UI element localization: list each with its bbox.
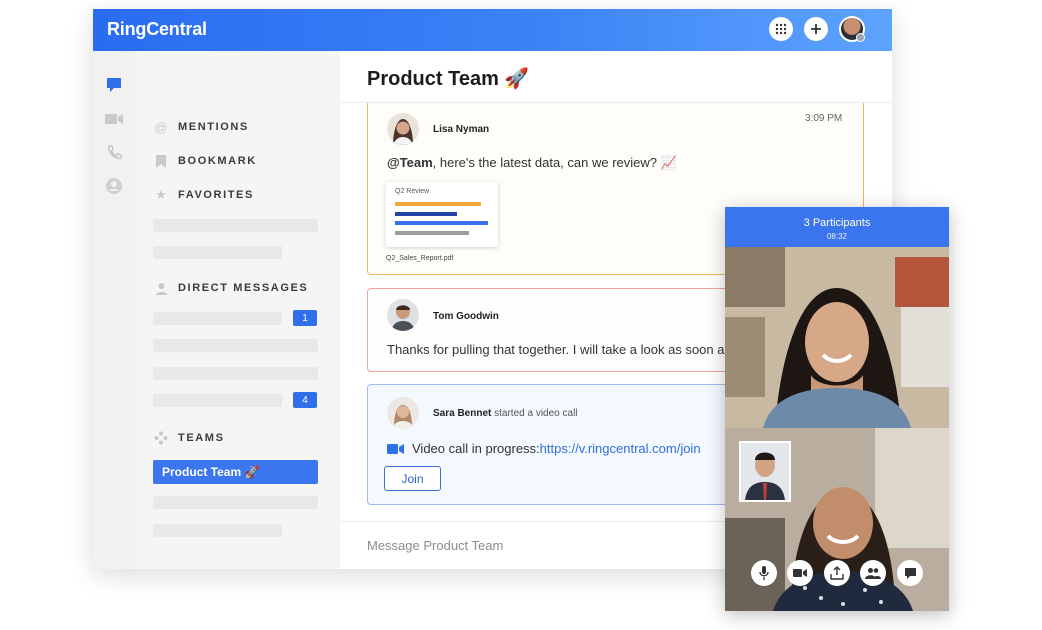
presence-indicator bbox=[856, 33, 865, 42]
messages-icon[interactable] bbox=[104, 75, 124, 95]
attachment-preview[interactable]: Q2 Review bbox=[386, 182, 498, 247]
placeholder-row[interactable] bbox=[153, 367, 318, 380]
message-text: Thanks for pulling that together. I will… bbox=[387, 342, 767, 357]
sidebar: @ MENTIONS BOOKMARK ★ FAVORITES DIRECT M… bbox=[135, 51, 340, 569]
sidebar-item-direct-messages[interactable]: DIRECT MESSAGES bbox=[153, 279, 308, 297]
sidebar-item-label: MENTIONS bbox=[178, 121, 249, 133]
sidebar-item-bookmark[interactable]: BOOKMARK bbox=[153, 152, 257, 170]
video-icon[interactable] bbox=[104, 109, 124, 129]
placeholder-row[interactable] bbox=[153, 496, 318, 509]
video-call-panel: 3 Participants 08:32 bbox=[725, 207, 949, 611]
join-link[interactable]: https://v.ringcentral.com/join bbox=[540, 441, 701, 456]
message-text: @Team, here's the latest data, can we re… bbox=[387, 155, 677, 171]
contacts-icon[interactable] bbox=[104, 176, 124, 196]
video-call-header: 3 Participants 08:32 bbox=[725, 207, 949, 247]
unread-badge: 4 bbox=[293, 392, 317, 408]
unread-badge: 1 bbox=[293, 310, 317, 326]
ringcentral-logo: RingCentral bbox=[107, 19, 207, 39]
chat-button[interactable] bbox=[897, 560, 923, 586]
video-call-icon bbox=[387, 443, 405, 455]
avatar[interactable] bbox=[387, 397, 419, 429]
message-time: 3:09 PM bbox=[805, 113, 843, 124]
attachment-title: Q2 Review bbox=[395, 188, 430, 195]
plus-icon[interactable] bbox=[804, 17, 828, 41]
participants-count: 3 Participants bbox=[803, 217, 871, 229]
person-icon bbox=[153, 280, 169, 296]
participant-video[interactable] bbox=[725, 428, 949, 611]
phone-icon[interactable] bbox=[104, 143, 124, 163]
sidebar-item-mentions[interactable]: @ MENTIONS bbox=[153, 118, 249, 136]
bookmark-icon bbox=[153, 153, 169, 169]
sidebar-item-label: DIRECT MESSAGES bbox=[178, 282, 309, 294]
preview-bar bbox=[395, 221, 488, 225]
author-name[interactable]: Sara Bennet bbox=[433, 408, 491, 419]
author-name[interactable]: Tom Goodwin bbox=[433, 311, 499, 322]
preview-bar bbox=[395, 212, 457, 216]
teams-icon bbox=[153, 430, 169, 446]
participant-video[interactable] bbox=[725, 247, 949, 428]
preview-bar bbox=[395, 202, 481, 206]
call-action: started a video call bbox=[494, 408, 578, 419]
preview-bar bbox=[395, 231, 469, 235]
message-body: Video call in progress: bbox=[412, 441, 540, 456]
camera-button[interactable] bbox=[787, 560, 813, 586]
placeholder-row[interactable] bbox=[153, 394, 282, 407]
sidebar-item-label: BOOKMARK bbox=[178, 155, 257, 167]
participants-button[interactable] bbox=[860, 560, 886, 586]
microphone-button[interactable] bbox=[751, 560, 777, 586]
sidebar-item-teams[interactable]: TEAMS bbox=[153, 429, 225, 447]
message-text: Video call in progress: https://v.ringce… bbox=[387, 441, 701, 456]
sidebar-item-product-team[interactable]: Product Team 🚀 bbox=[153, 460, 318, 484]
at-icon: @ bbox=[154, 119, 168, 135]
message-body: , here's the latest data, can we review?… bbox=[432, 155, 677, 170]
avatar[interactable] bbox=[387, 299, 419, 331]
nav-rail bbox=[93, 51, 136, 569]
dialpad-icon[interactable] bbox=[769, 17, 793, 41]
sidebar-item-label: FAVORITES bbox=[178, 189, 254, 201]
message-input[interactable]: Message Product Team bbox=[367, 538, 503, 553]
placeholder-row[interactable] bbox=[153, 524, 282, 537]
attachment-filename[interactable]: Q2_Sales_Report.pdf bbox=[386, 255, 453, 262]
star-icon: ★ bbox=[155, 187, 167, 202]
author-name[interactable]: Lisa Nyman bbox=[433, 124, 489, 135]
share-screen-button[interactable] bbox=[824, 560, 850, 586]
sidebar-item-favorites[interactable]: ★ FAVORITES bbox=[153, 186, 254, 204]
avatar[interactable] bbox=[387, 113, 419, 145]
top-bar: RingCentral bbox=[93, 9, 892, 51]
join-button[interactable]: Join bbox=[384, 466, 441, 491]
placeholder-row[interactable] bbox=[153, 339, 318, 352]
call-timer: 08:32 bbox=[826, 232, 848, 241]
placeholder-row[interactable] bbox=[153, 312, 282, 325]
sidebar-item-label: TEAMS bbox=[178, 432, 225, 444]
page-title: Product Team 🚀 bbox=[367, 68, 530, 90]
self-view-thumbnail[interactable] bbox=[739, 441, 791, 502]
placeholder-row bbox=[153, 246, 282, 259]
mention[interactable]: @Team bbox=[387, 155, 433, 170]
user-avatar[interactable] bbox=[839, 16, 865, 42]
placeholder-row bbox=[153, 219, 318, 232]
author-line: Sara Bennet started a video call bbox=[433, 408, 578, 419]
